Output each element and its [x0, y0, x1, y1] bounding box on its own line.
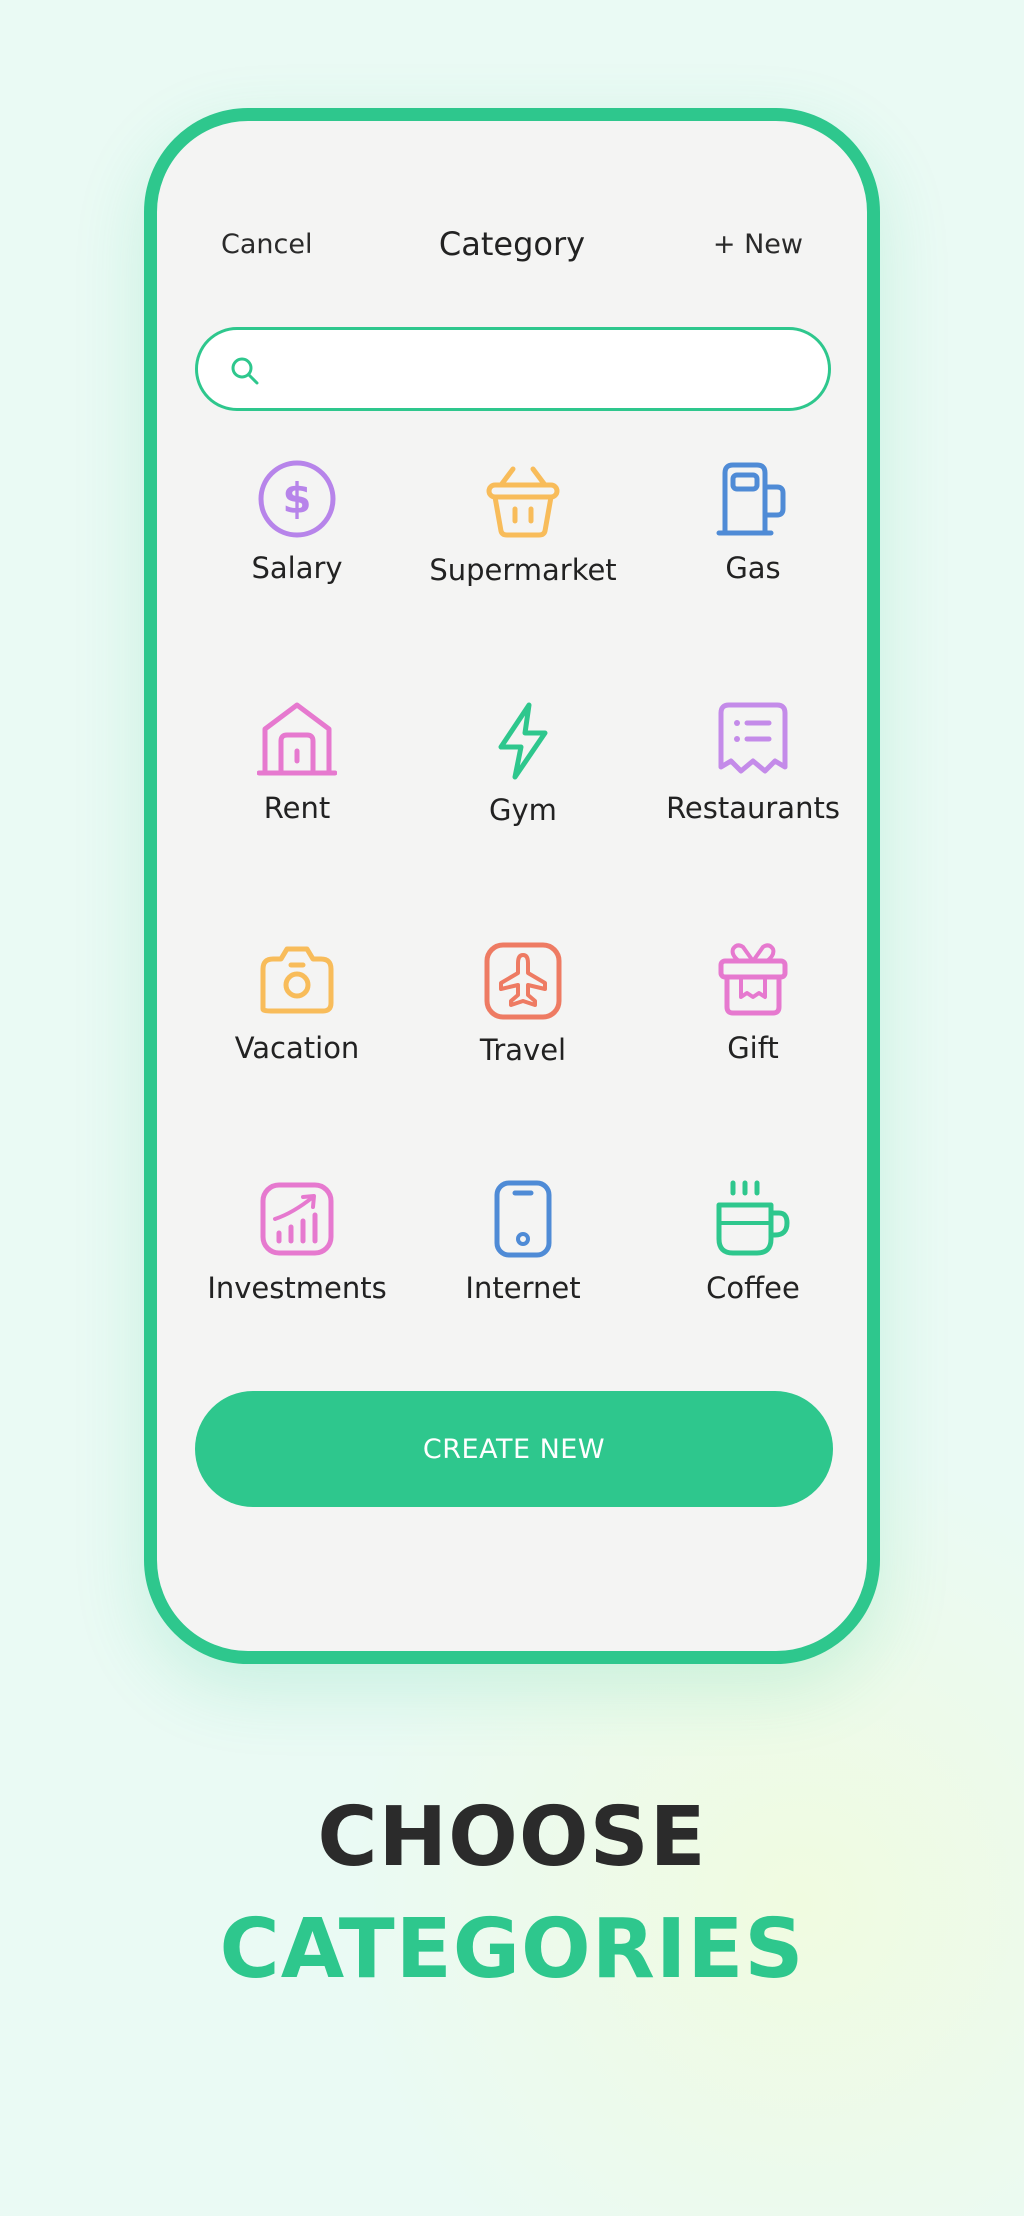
category-internet[interactable]: Internet [413, 1179, 633, 1305]
dollar-circle-icon: $ [258, 460, 336, 538]
category-label: Gym [489, 793, 557, 827]
category-label: Coffee [706, 1271, 800, 1305]
svg-text:$: $ [282, 474, 311, 523]
category-label: Supermarket [429, 553, 617, 587]
category-rent[interactable]: Rent [187, 699, 407, 825]
category-investments[interactable]: Investments [187, 1179, 407, 1305]
category-label: Internet [465, 1271, 581, 1305]
gas-pump-icon [716, 462, 786, 536]
receipt-icon [718, 702, 788, 774]
lightning-icon [498, 702, 548, 780]
category-label: Investments [207, 1271, 387, 1305]
category-supermarket[interactable]: Supermarket [413, 461, 633, 587]
category-salary[interactable]: $ Salary [187, 459, 407, 585]
category-label: Salary [251, 551, 343, 585]
chart-growth-icon [260, 1182, 334, 1256]
category-travel[interactable]: Travel [413, 941, 633, 1067]
category-label: Restaurants [666, 791, 840, 825]
shopping-basket-icon [486, 466, 560, 538]
category-label: Travel [479, 1033, 567, 1067]
category-gift[interactable]: Gift [643, 939, 863, 1065]
airplane-icon [484, 942, 562, 1020]
category-gas[interactable]: Gas [643, 459, 863, 585]
category-vacation[interactable]: Vacation [187, 939, 407, 1065]
phone-frame: Cancel Category + New $ Salary Supermark… [144, 108, 880, 1664]
camera-icon [260, 946, 334, 1014]
promo-headline-line2: CATEGORIES [219, 1902, 805, 1997]
category-label: Gift [727, 1031, 779, 1065]
category-label: Gas [725, 551, 781, 585]
category-label: Vacation [234, 1031, 360, 1065]
category-gym[interactable]: Gym [413, 701, 633, 827]
coffee-cup-icon [716, 1180, 790, 1256]
promo-headline-line1: CHOOSE [317, 1790, 707, 1885]
house-icon [257, 702, 337, 776]
smartphone-icon [494, 1180, 552, 1258]
category-label: Rent [263, 791, 331, 825]
gift-icon [718, 943, 788, 1016]
category-coffee[interactable]: Coffee [643, 1179, 863, 1305]
create-new-button[interactable]: CREATE NEW [195, 1391, 833, 1507]
category-restaurants[interactable]: Restaurants [643, 699, 863, 825]
